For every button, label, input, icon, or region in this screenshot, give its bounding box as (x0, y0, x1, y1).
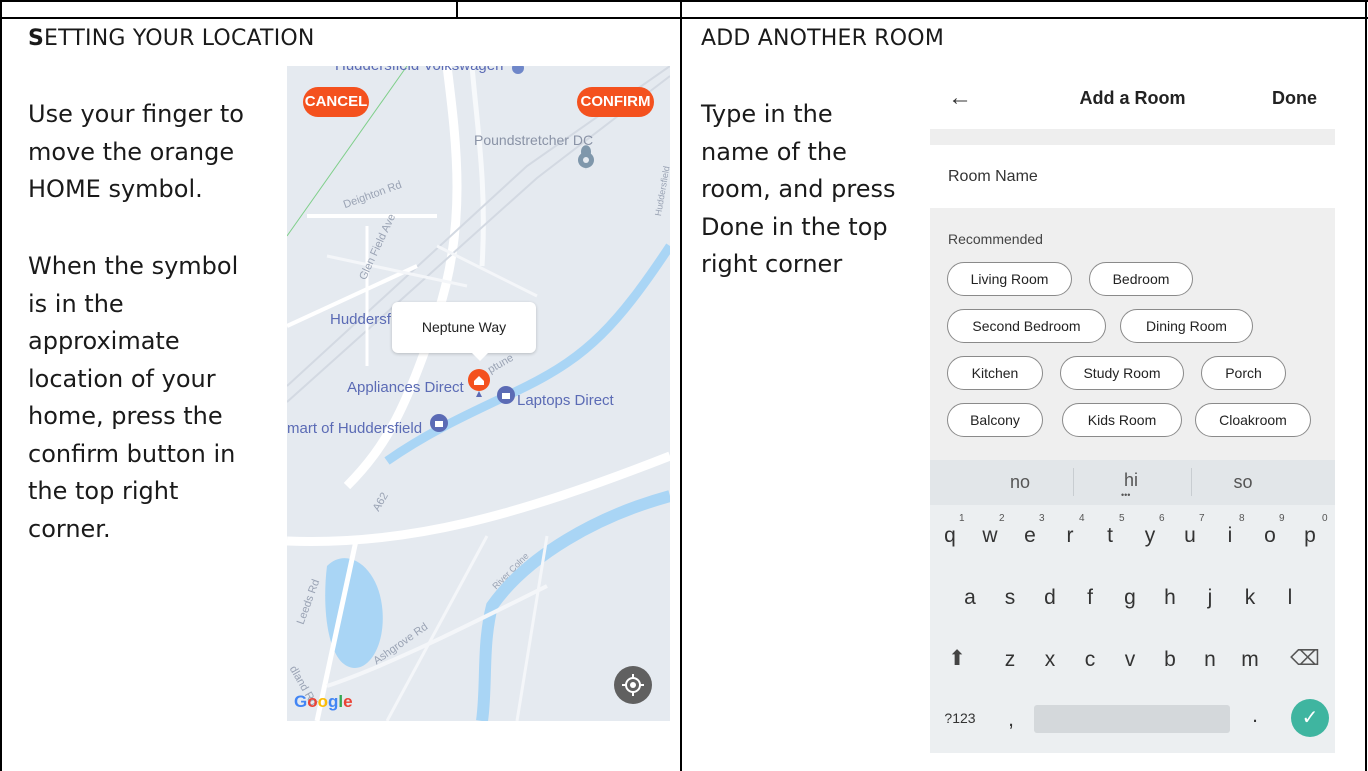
chip-balcony[interactable]: Balcony (947, 403, 1043, 437)
key-n[interactable]: n (1195, 648, 1225, 672)
chip-living-room[interactable]: Living Room (947, 262, 1072, 296)
key-hint-4: 4 (1079, 513, 1085, 524)
key-c[interactable]: c (1075, 648, 1105, 672)
chip-kitchen[interactable]: Kitchen (947, 356, 1043, 390)
space-bar[interactable] (1034, 705, 1230, 733)
key-m[interactable]: m (1235, 648, 1265, 672)
table-top-cell-border (456, 0, 458, 17)
finger-instruction: Use your finger to move the orange HOME … (28, 100, 244, 203)
app-bar-divider (930, 129, 1335, 145)
key-u[interactable]: u (1175, 524, 1205, 548)
key-hint-6: 6 (1159, 513, 1165, 524)
key-z[interactable]: z (995, 648, 1025, 672)
cancel-button[interactable]: CANCEL (303, 87, 369, 117)
map-label-appliances-direct: Appliances Direct (347, 379, 464, 396)
comma-key[interactable]: , (996, 708, 1026, 732)
key-hint-0: 0 (1322, 513, 1328, 524)
key-hint-8: 8 (1239, 513, 1245, 524)
suggestion-divider (1191, 468, 1192, 496)
my-location-button[interactable] (614, 666, 652, 704)
key-q[interactable]: q (935, 524, 965, 548)
chip-bedroom[interactable]: Bedroom (1089, 262, 1193, 296)
suggestion-dots: ••• (1121, 490, 1131, 500)
key-g[interactable]: g (1115, 586, 1145, 610)
suggestion-bar: no hi ••• so (930, 460, 1335, 505)
table-right-border (1365, 0, 1367, 771)
chip-dining-room[interactable]: Dining Room (1120, 309, 1253, 343)
add-room-screen: ← Add a Room Done Room Name Recommended … (930, 72, 1335, 753)
suggestion-no[interactable]: no (990, 472, 1050, 493)
shift-key[interactable]: ⬆ (942, 646, 972, 671)
key-d[interactable]: d (1035, 586, 1065, 610)
key-j[interactable]: j (1195, 586, 1225, 610)
chip-second-bedroom[interactable]: Second Bedroom (947, 309, 1106, 343)
home-pin-icon[interactable] (467, 368, 491, 398)
backspace-key[interactable]: ⌫ (1290, 646, 1320, 671)
key-f[interactable]: f (1075, 586, 1105, 610)
key-hint-5: 5 (1119, 513, 1125, 524)
setting-location-heading: SETTING YOUR LOCATION (28, 26, 315, 51)
recommended-section: Recommended Living Room Bedroom Second B… (930, 208, 1335, 460)
key-i[interactable]: i (1215, 524, 1245, 548)
key-t[interactable]: t (1095, 524, 1125, 548)
recommended-label: Recommended (948, 231, 1043, 247)
enter-key[interactable]: ✓ (1291, 699, 1329, 737)
my-location-icon (622, 674, 644, 696)
key-k[interactable]: k (1235, 586, 1265, 610)
key-l[interactable]: l (1275, 586, 1305, 610)
key-hint-7: 7 (1199, 513, 1205, 524)
key-p[interactable]: p (1295, 524, 1325, 548)
key-hint-1: 1 (959, 513, 965, 524)
map-label-smart: mart of Huddersfield (287, 420, 423, 437)
symbols-key[interactable]: ?123 (940, 710, 980, 726)
key-b[interactable]: b (1155, 648, 1185, 672)
check-icon: ✓ (1301, 707, 1319, 729)
key-y[interactable]: y (1135, 524, 1165, 548)
key-v[interactable]: v (1115, 648, 1145, 672)
room-name-input[interactable]: Room Name (948, 168, 1038, 186)
add-room-heading: ADD ANOTHER ROOM (701, 26, 945, 51)
map-label-laptops-direct: Laptops Direct (517, 392, 614, 409)
suggestion-divider (1073, 468, 1074, 496)
period-key[interactable]: . (1240, 704, 1270, 728)
suggestion-hi[interactable]: hi (1101, 470, 1161, 491)
table-left-border (0, 0, 2, 771)
confirm-instruction: When the symbol is in the approximate lo… (28, 252, 239, 543)
suggestion-so[interactable]: so (1213, 472, 1273, 493)
done-button[interactable]: Done (1272, 88, 1317, 109)
key-hint-3: 3 (1039, 513, 1045, 524)
key-a[interactable]: a (955, 586, 985, 610)
key-w[interactable]: w (975, 524, 1005, 548)
map-label-poundstretcher: Poundstretcher DC (474, 132, 594, 148)
key-e[interactable]: e (1015, 524, 1045, 548)
confirm-button[interactable]: CONFIRM (577, 87, 654, 117)
app-bar: ← Add a Room Done (930, 72, 1335, 132)
location-tooltip: Neptune Way (392, 302, 536, 361)
google-logo: Google (294, 692, 353, 711)
key-x[interactable]: x (1035, 648, 1065, 672)
key-hint-9: 9 (1279, 513, 1285, 524)
key-o[interactable]: o (1255, 524, 1285, 548)
table-top-border (0, 0, 1368, 2)
type-name-instruction: Type in the name of the room, and press … (701, 100, 896, 278)
table-mid-border (680, 0, 682, 771)
key-hint-2: 2 (999, 513, 1005, 524)
map-label-huddersfield: Huddersf (330, 311, 391, 328)
chip-study-room[interactable]: Study Room (1060, 356, 1184, 390)
key-r[interactable]: r (1055, 524, 1085, 548)
soft-keyboard: no hi ••• so q w e r t y u i o p 1 2 3 4… (930, 460, 1335, 753)
chip-kids-room[interactable]: Kids Room (1062, 403, 1182, 437)
key-s[interactable]: s (995, 586, 1025, 610)
map-label-volkswagen: Huddersfield Volkswagen (335, 66, 503, 74)
map-view[interactable]: CANCEL CONFIRM Huddersfield Volkswagen P… (287, 66, 670, 721)
shopping-bag-icon (497, 386, 515, 404)
table-row-divider (0, 17, 1368, 19)
chip-porch[interactable]: Porch (1201, 356, 1286, 390)
key-h[interactable]: h (1155, 586, 1185, 610)
chip-cloakroom[interactable]: Cloakroom (1195, 403, 1311, 437)
shopping-bag-icon (430, 414, 448, 432)
